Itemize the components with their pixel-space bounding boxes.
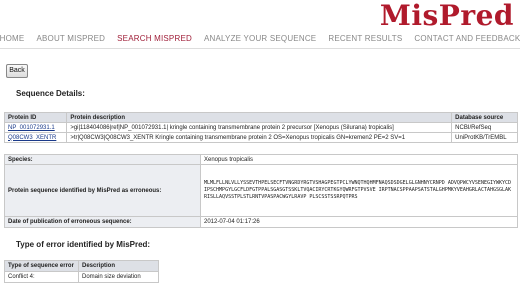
sequence-details-heading: Sequence Details: (16, 89, 85, 98)
nav-home[interactable]: HOME (0, 34, 24, 43)
nav-recent-results[interactable]: RECENT RESULTS (328, 34, 402, 43)
protein-description: >gi|118404086|ref|NP_001072931.1| kringl… (66, 122, 453, 133)
error-description: Domain size deviation (78, 271, 159, 283)
col-protein-description: Protein description (66, 112, 453, 123)
nav-divider (0, 48, 520, 49)
mispred-logo: MisPred (379, 0, 514, 32)
protein-id-link[interactable]: NP_001072931.1 (8, 125, 55, 131)
table-row: Date of publication of erroneous sequenc… (4, 216, 518, 228)
table-row: Conflict 4: Domain size deviation (4, 271, 159, 283)
nav-contact[interactable]: CONTACT AND FEEDBACK (414, 34, 520, 43)
sequence-label: Protein sequence identified by MisPred a… (4, 164, 201, 217)
col-protein-id: Protein ID (3, 112, 68, 123)
col-error-description: Description (78, 260, 159, 272)
publication-date-value: 2012-07-04 01:17:26 (200, 216, 518, 228)
nav-search[interactable]: SEARCH MISPRED (117, 34, 192, 43)
protein-id-link[interactable]: Q08CW3_XENTR (8, 135, 56, 141)
table-row: Q08CW3_XENTR >tr|Q08CW3|Q08CW3_XENTR Kri… (3, 132, 518, 143)
publication-date-label: Date of publication of erroneous sequenc… (4, 216, 201, 228)
col-database-source: Database source (451, 112, 518, 123)
table-header-row: Protein ID Protein description Database … (3, 112, 518, 123)
table-row: NP_001072931.1 >gi|118404086|ref|NP_0010… (3, 122, 518, 133)
error-type: Conflict 4: (4, 271, 79, 283)
back-button[interactable]: Back (6, 64, 28, 78)
error-type-table: Type of sequence error Description Confl… (4, 260, 159, 283)
species-sequence-table: Species: Xenopus tropicalis Protein sequ… (4, 154, 518, 228)
database-source: UniProtKB/TrEMBL (451, 132, 518, 143)
species-value: Xenopus tropicalis (200, 154, 518, 165)
sequence-details-table: Protein ID Protein description Database … (3, 112, 518, 143)
table-row: Species: Xenopus tropicalis (4, 154, 518, 165)
table-row: Protein sequence identified by MisPred a… (4, 164, 518, 217)
col-error-type: Type of sequence error (4, 260, 79, 272)
table-header-row: Type of sequence error Description (4, 260, 159, 272)
nav-about[interactable]: ABOUT MISPRED (36, 34, 105, 43)
main-nav: HOME ABOUT MISPRED SEARCH MISPRED ANALYZ… (0, 34, 520, 43)
species-label: Species: (4, 154, 201, 165)
error-type-heading: Type of error identified by MisPred: (16, 240, 151, 249)
protein-description: >tr|Q08CW3|Q08CW3_XENTR Kringle containi… (66, 132, 453, 143)
nav-analyze[interactable]: ANALYZE YOUR SEQUENCE (204, 34, 316, 43)
database-source: NCBI/RefSeq (451, 122, 518, 133)
protein-sequence: MLMLFLLNLVLLYSSEVTHPELSECFTVNGRDYRGTVSHA… (200, 164, 518, 217)
